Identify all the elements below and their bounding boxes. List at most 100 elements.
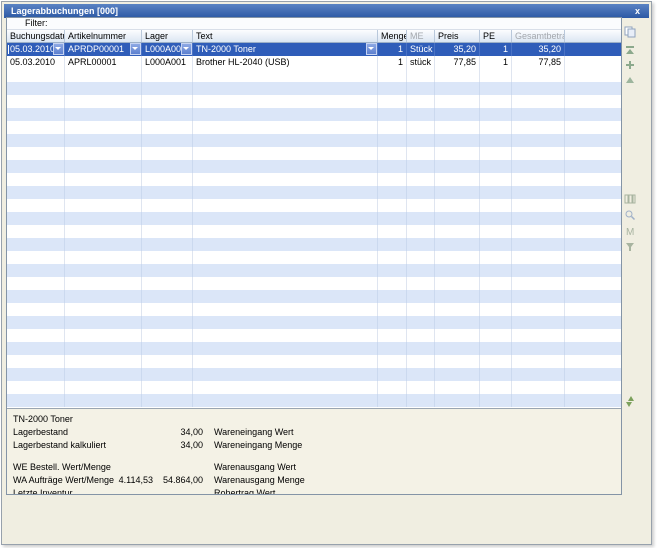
- empty-row: [7, 212, 621, 225]
- empty-row: [7, 69, 621, 82]
- empty-cell: [142, 290, 193, 303]
- table-row[interactable]: 05.03.2010 APRL00001 L000A001 Brother HL-20…: [7, 56, 621, 69]
- empty-cell: [407, 303, 435, 316]
- empty-cell: [435, 95, 480, 108]
- column-header-gesamtbetrag[interactable]: Gesamtbetrag: [512, 30, 565, 42]
- column-header-text[interactable]: Text: [193, 30, 378, 42]
- column-header-lager[interactable]: Lager: [142, 30, 193, 42]
- empty-cell: [565, 147, 621, 160]
- empty-cell: [407, 212, 435, 225]
- empty-cell: [480, 277, 512, 290]
- empty-cell: [480, 225, 512, 238]
- dropdown-button-buchungsdatum[interactable]: [53, 43, 64, 55]
- empty-cell: [565, 290, 621, 303]
- cell-pe[interactable]: 1: [480, 43, 512, 56]
- summary-row: Letzte Inventur Rohertrag Wert: [7, 487, 621, 494]
- empty-cell: [480, 212, 512, 225]
- cell-artikelnummer[interactable]: APRDP00001: [65, 43, 142, 56]
- empty-cell: [65, 95, 142, 108]
- copy-columns-icon[interactable]: [624, 26, 638, 40]
- cell-menge[interactable]: 1: [378, 56, 407, 69]
- empty-cell: [565, 186, 621, 199]
- filter-funnel-icon[interactable]: [624, 241, 638, 255]
- column-header-artikelnummer[interactable]: Artikelnummer: [65, 30, 142, 42]
- empty-cell: [65, 121, 142, 134]
- empty-cell: [512, 69, 565, 82]
- dropdown-button-artikelnummer[interactable]: [130, 43, 141, 55]
- cell-menge[interactable]: 1: [378, 43, 407, 56]
- empty-cell: [378, 342, 407, 355]
- column-header-menge[interactable]: Menge: [378, 30, 407, 42]
- empty-cell: [565, 277, 621, 290]
- cell-pe[interactable]: 1: [480, 56, 512, 69]
- empty-cell: [193, 121, 378, 134]
- sort-icon[interactable]: [624, 395, 638, 409]
- column-select-icon[interactable]: [624, 193, 638, 207]
- cell-buchungsdatum[interactable]: 05.03.2010: [7, 43, 65, 56]
- insert-plus-icon[interactable]: [624, 59, 638, 73]
- cell-artikelnummer[interactable]: APRL00001: [65, 56, 142, 69]
- dropdown-button-lager[interactable]: [181, 43, 192, 55]
- summary-value: [153, 452, 203, 461]
- empty-cell: [65, 82, 142, 95]
- column-header-me[interactable]: ME: [407, 30, 435, 42]
- summary-spacer: [7, 452, 621, 461]
- empty-cell: [7, 134, 65, 147]
- cell-preis[interactable]: 35,20: [435, 43, 480, 56]
- empty-cell: [142, 303, 193, 316]
- empty-cell: [565, 394, 621, 407]
- cell-buchungsdatum[interactable]: 05.03.2010: [7, 56, 65, 69]
- empty-cell: [407, 186, 435, 199]
- empty-cell: [407, 160, 435, 173]
- empty-cell: [65, 147, 142, 160]
- empty-cell: [435, 108, 480, 121]
- cell-text[interactable]: Brother HL-2040 (USB): [193, 56, 378, 69]
- empty-cell: [65, 160, 142, 173]
- empty-cell: [65, 199, 142, 212]
- table-row[interactable]: 05.03.2010 APRDP00001 L000A001 TN-2000 Tone…: [7, 43, 621, 56]
- cell-me[interactable]: stück: [407, 56, 435, 69]
- sum-icon[interactable]: M: [624, 225, 638, 239]
- empty-cell: [142, 381, 193, 394]
- empty-cell: [65, 173, 142, 186]
- empty-cell: [480, 381, 512, 394]
- summary-label-right: Wareneingang Menge: [214, 440, 303, 450]
- cell-gesamtbetrag[interactable]: 35,20: [512, 43, 565, 56]
- empty-cell: [65, 251, 142, 264]
- filter-bar[interactable]: Filter:: [7, 18, 621, 30]
- search-icon[interactable]: [624, 209, 638, 223]
- empty-cell: [480, 160, 512, 173]
- empty-cell: [565, 251, 621, 264]
- column-header-buchungsdatum[interactable]: Buchungsdatum: [7, 30, 65, 42]
- empty-cell: [407, 69, 435, 82]
- cell-preis[interactable]: 77,85: [435, 56, 480, 69]
- empty-cell: [565, 82, 621, 95]
- cell-lager[interactable]: L000A001: [142, 43, 193, 56]
- cell-me[interactable]: Stück: [407, 43, 435, 56]
- empty-cell: [7, 381, 65, 394]
- empty-cell: [407, 342, 435, 355]
- empty-cell: [65, 355, 142, 368]
- scroll-up-icon[interactable]: [624, 74, 638, 88]
- empty-cell: [193, 355, 378, 368]
- empty-cell: [193, 381, 378, 394]
- column-header-pe[interactable]: PE: [480, 30, 512, 42]
- title-bar[interactable]: Lagerabbuchungen [000] x: [4, 4, 649, 18]
- cell-text[interactable]: TN-2000 Toner: [193, 43, 378, 56]
- close-icon[interactable]: x: [635, 4, 640, 18]
- empty-cell: [378, 355, 407, 368]
- column-header-preis[interactable]: Preis: [435, 30, 480, 42]
- empty-cell: [512, 381, 565, 394]
- empty-cell: [378, 381, 407, 394]
- empty-cell: [480, 69, 512, 82]
- empty-cell: [142, 160, 193, 173]
- empty-cell: [193, 368, 378, 381]
- empty-cell: [407, 95, 435, 108]
- empty-cell: [193, 173, 378, 186]
- dropdown-button-text[interactable]: [366, 43, 377, 55]
- cell-lager[interactable]: L000A001: [142, 56, 193, 69]
- filter-label: Filter:: [25, 18, 48, 28]
- go-first-icon[interactable]: [624, 44, 638, 58]
- empty-cell: [142, 264, 193, 277]
- cell-gesamtbetrag[interactable]: 77,85: [512, 56, 565, 69]
